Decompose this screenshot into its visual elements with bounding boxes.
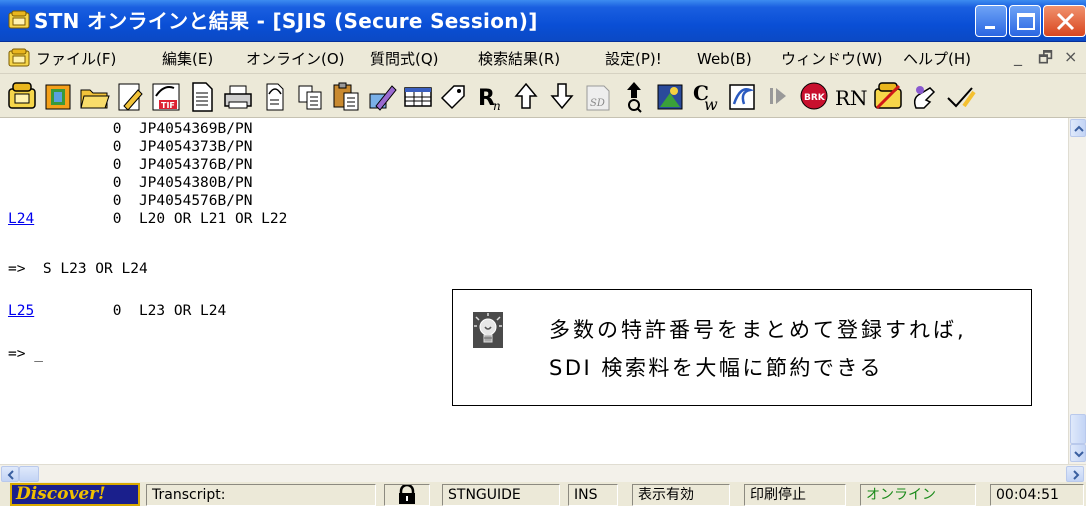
menu-file[interactable]: ファイル(F) — [36, 48, 116, 70]
title-bar[interactable]: STN オンラインと結果 - [SJIS (Secure Session)] — [0, 0, 1086, 42]
secure-lock-panel — [384, 483, 430, 506]
menu-query[interactable]: 質問式(Q) — [370, 48, 439, 70]
minimize-icon — [985, 26, 995, 29]
scroll-right-arrow-icon[interactable] — [1066, 466, 1084, 482]
scroll-up-arrow-icon[interactable] — [1070, 119, 1086, 137]
upload-query-icon[interactable] — [618, 78, 650, 114]
svg-text:n: n — [493, 99, 501, 113]
menu-edit[interactable]: 編集(E) — [162, 48, 213, 70]
transcript-line: 0 JP4054376B/PN — [8, 157, 253, 173]
maximize-icon — [1017, 13, 1035, 30]
horizontal-scroll-thumb[interactable] — [19, 466, 39, 482]
close-icon — [1056, 12, 1075, 31]
menu-settings[interactable]: 設定(P)! — [605, 48, 662, 70]
transcript-line: 0 JP4054576B/PN — [8, 193, 253, 209]
lock-icon — [399, 483, 415, 504]
transcript-line: 0 JP4054373B/PN — [8, 139, 253, 155]
svg-text:w: w — [704, 95, 718, 114]
menu-results[interactable]: 検索結果(R) — [478, 48, 560, 70]
chemistry-icon[interactable]: Cw — [690, 78, 722, 114]
transcript-line: 0 JP4054369B/PN — [8, 121, 253, 137]
hand-icon[interactable] — [908, 78, 940, 114]
service-status: STNGUIDE — [442, 484, 560, 506]
scroll-down-arrow-icon[interactable] — [1070, 444, 1086, 462]
menu-web[interactable]: Web(B) — [697, 48, 752, 70]
rn-label: RN — [835, 86, 868, 110]
command-prompt[interactable]: => _ — [8, 344, 43, 364]
insert-mode-status: INS — [568, 484, 618, 506]
menu-bar: ファイル(F) 編集(E) オンライン(O) 質問式(Q) 検索結果(R) 設定… — [0, 42, 1086, 74]
toolbar: TIF Rn SD Cw BRK RN — [0, 74, 1086, 118]
transcript-line: 0 L23 OR L24 — [8, 303, 227, 319]
mdi-close-button[interactable]: × — [1064, 47, 1077, 66]
brk-icon[interactable]: BRK — [798, 78, 830, 114]
up-arrow-icon[interactable] — [510, 78, 542, 114]
horizontal-scrollbar[interactable] — [0, 464, 1086, 482]
vertical-scrollbar[interactable] — [1068, 118, 1086, 464]
check-icon[interactable] — [944, 78, 976, 114]
minimize-button[interactable] — [975, 5, 1007, 37]
menu-help[interactable]: ヘルプ(H) — [903, 48, 971, 70]
transcript-line: 0 L20 OR L21 OR L22 — [8, 211, 288, 227]
tip-line-1: 多数の特許番号をまとめて登録すれば, — [549, 318, 967, 342]
print-setup-icon[interactable] — [258, 78, 290, 114]
transcript-status: Transcript: — [146, 484, 376, 506]
connect-phone-icon[interactable] — [6, 78, 38, 114]
window-title: STN オンラインと結果 - [SJIS (Secure Session)] — [34, 9, 538, 33]
vertical-scroll-thumb[interactable] — [1070, 414, 1086, 444]
spelling-icon[interactable]: SD — [582, 78, 614, 114]
svg-text:TIF: TIF — [161, 101, 175, 110]
command-line: => S L23 OR L24 — [8, 261, 148, 277]
tag-icon[interactable] — [438, 78, 470, 114]
edit-icon[interactable] — [114, 78, 146, 114]
stn-app-icon[interactable] — [8, 10, 30, 30]
menu-online[interactable]: オンライン(O) — [246, 48, 345, 70]
play-icon[interactable] — [762, 78, 794, 114]
session-timer: 00:04:51 — [990, 484, 1084, 506]
paste-icon[interactable] — [330, 78, 362, 114]
table-icon[interactable] — [402, 78, 434, 114]
tif-icon[interactable]: TIF — [150, 78, 182, 114]
tip-line-2: SDI 検索料を大幅に節約できる — [549, 356, 883, 380]
maximize-button[interactable] — [1009, 5, 1041, 37]
connection-status: オンライン — [860, 484, 976, 506]
menu-window[interactable]: ウィンドウ(W) — [781, 48, 883, 70]
structure-icon[interactable] — [726, 78, 758, 114]
scroll-left-arrow-icon[interactable] — [1, 466, 19, 482]
disconnect-icon[interactable] — [872, 78, 904, 114]
svg-text:SD: SD — [590, 98, 605, 109]
discover-logo[interactable]: Discover! — [10, 483, 140, 506]
r-n-icon[interactable]: Rn — [474, 78, 506, 114]
image-icon[interactable] — [654, 78, 686, 114]
print-icon[interactable] — [222, 78, 254, 114]
open-folder-icon[interactable] — [78, 78, 110, 114]
answer-set-link-l24[interactable]: L24 — [8, 209, 34, 229]
display-status: 表示有効 — [632, 484, 730, 506]
lightbulb-icon — [473, 312, 503, 348]
copy-icon[interactable] — [294, 78, 326, 114]
mdi-minimize-button[interactable]: _ — [1014, 47, 1022, 66]
status-bar: Discover! Transcript: STNGUIDE INS 表示有効 … — [0, 482, 1086, 506]
dial-icon[interactable] — [42, 78, 74, 114]
rn-icon[interactable]: RN — [834, 78, 868, 114]
transcript-line: 0 JP4054380B/PN — [8, 175, 253, 191]
edit-query-icon[interactable] — [366, 78, 398, 114]
mdi-restore-button[interactable]: 🗗 — [1038, 47, 1053, 74]
close-button[interactable] — [1043, 5, 1086, 37]
down-arrow-icon[interactable] — [546, 78, 578, 114]
brk-label: BRK — [804, 93, 826, 103]
document-icon[interactable] — [186, 78, 218, 114]
answer-set-link-l25[interactable]: L25 — [8, 301, 34, 321]
print-status: 印刷停止 — [744, 484, 846, 506]
tip-callout: 多数の特許番号をまとめて登録すれば, SDI 検索料を大幅に節約できる — [452, 289, 1032, 406]
document-menu-icon[interactable] — [8, 48, 30, 68]
